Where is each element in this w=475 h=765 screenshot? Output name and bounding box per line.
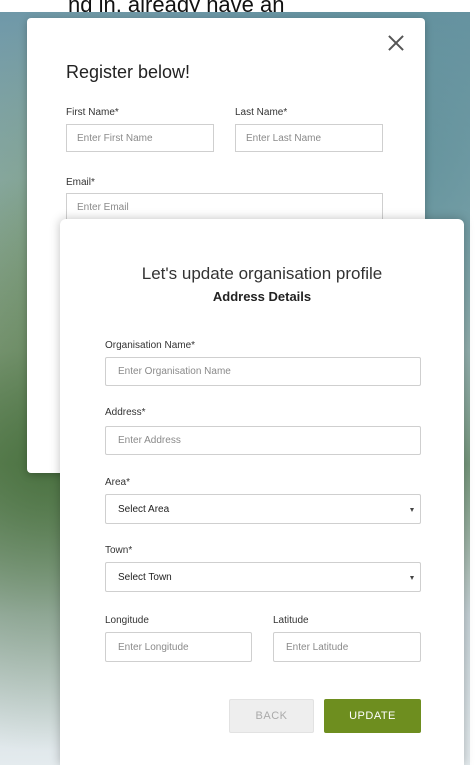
register-title: Register below! — [66, 62, 191, 82]
town-select[interactable]: Select Town — [105, 562, 421, 592]
area-select-value: Select Area — [118, 504, 170, 515]
chevron-down-icon — [410, 508, 414, 512]
organisation-name-label: Organisation Name* — [105, 340, 196, 351]
longitude-input[interactable] — [105, 632, 252, 662]
close-icon[interactable] — [387, 34, 405, 52]
chevron-down-icon — [410, 576, 414, 580]
town-select-value: Select Town — [118, 572, 172, 583]
back-button[interactable]: BACK — [229, 699, 314, 733]
first-name-label: First Name* — [66, 107, 119, 118]
area-label: Area* — [105, 477, 131, 488]
longitude-label: Longitude — [105, 615, 149, 626]
latitude-input[interactable] — [273, 632, 421, 662]
last-name-input[interactable] — [235, 124, 383, 152]
area-select[interactable]: Select Area — [105, 494, 421, 524]
town-label: Town* — [105, 545, 133, 556]
address-details-heading: Address Details — [212, 289, 312, 304]
profile-title: Let's update organisation profile — [141, 264, 383, 283]
latitude-label: Latitude — [273, 615, 309, 626]
address-input[interactable] — [105, 426, 421, 455]
email-input[interactable] — [66, 193, 383, 221]
update-button[interactable]: UPDATE — [324, 699, 421, 733]
organisation-profile-modal: Let's update organisation profile Addres… — [60, 219, 464, 765]
last-name-label: Last Name* — [235, 107, 288, 118]
email-label: Email* — [66, 177, 95, 188]
first-name-input[interactable] — [66, 124, 214, 152]
address-label: Address* — [105, 407, 146, 418]
organisation-name-input[interactable] — [105, 357, 421, 386]
